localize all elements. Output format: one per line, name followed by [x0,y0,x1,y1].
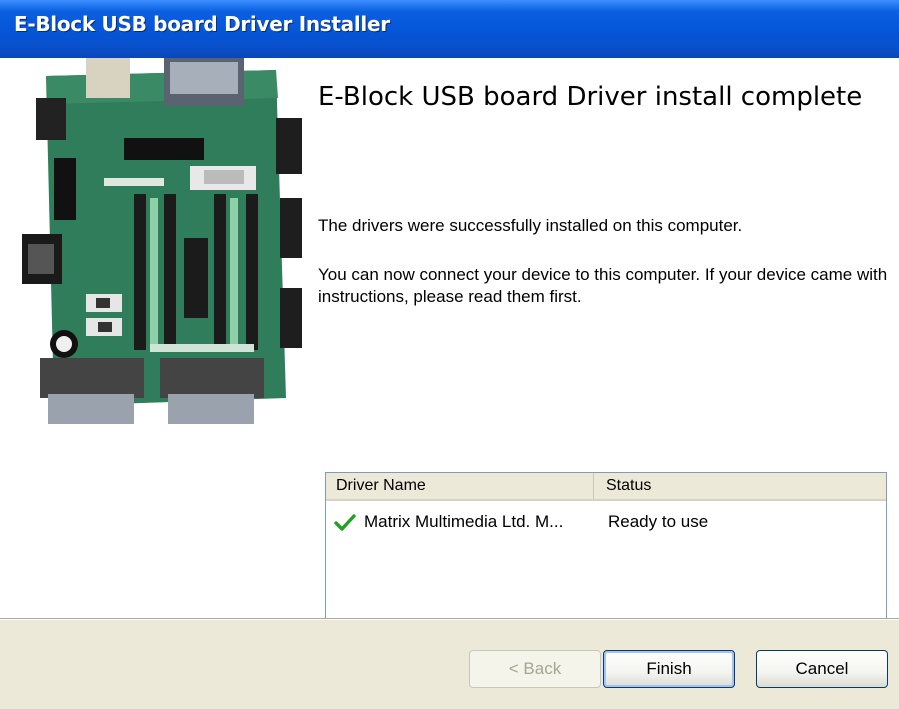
column-header-status[interactable]: Status [596,473,886,499]
window-title: E-Block USB board Driver Installer [14,12,390,36]
title-bar: E-Block USB board Driver Installer [0,0,899,58]
driver-row[interactable]: Matrix Multimedia Ltd. M... Ready to use [326,509,886,535]
driver-status-cell: Ready to use [608,512,709,531]
finish-button[interactable]: Finish [603,650,735,688]
checkmark-icon [334,514,356,531]
driver-list-header: Driver Name Status [326,473,886,501]
cancel-button[interactable]: Cancel [756,650,888,688]
back-button[interactable]: < Back [469,650,601,688]
wizard-content: E-Block USB board Driver install complet… [0,58,899,618]
completion-heading: E-Block USB board Driver install complet… [318,82,863,112]
column-header-driver-name[interactable]: Driver Name [326,473,594,499]
circuit-board-image [14,58,306,446]
driver-name-cell: Matrix Multimedia Ltd. M... [364,512,564,531]
instructions-message: You can now connect your device to this … [318,265,888,306]
success-message: The drivers were successfully installed … [318,216,743,235]
driver-list[interactable]: Driver Name Status Matrix Multimedia Ltd… [325,472,887,618]
button-bar: < Back Finish Cancel [0,620,899,709]
